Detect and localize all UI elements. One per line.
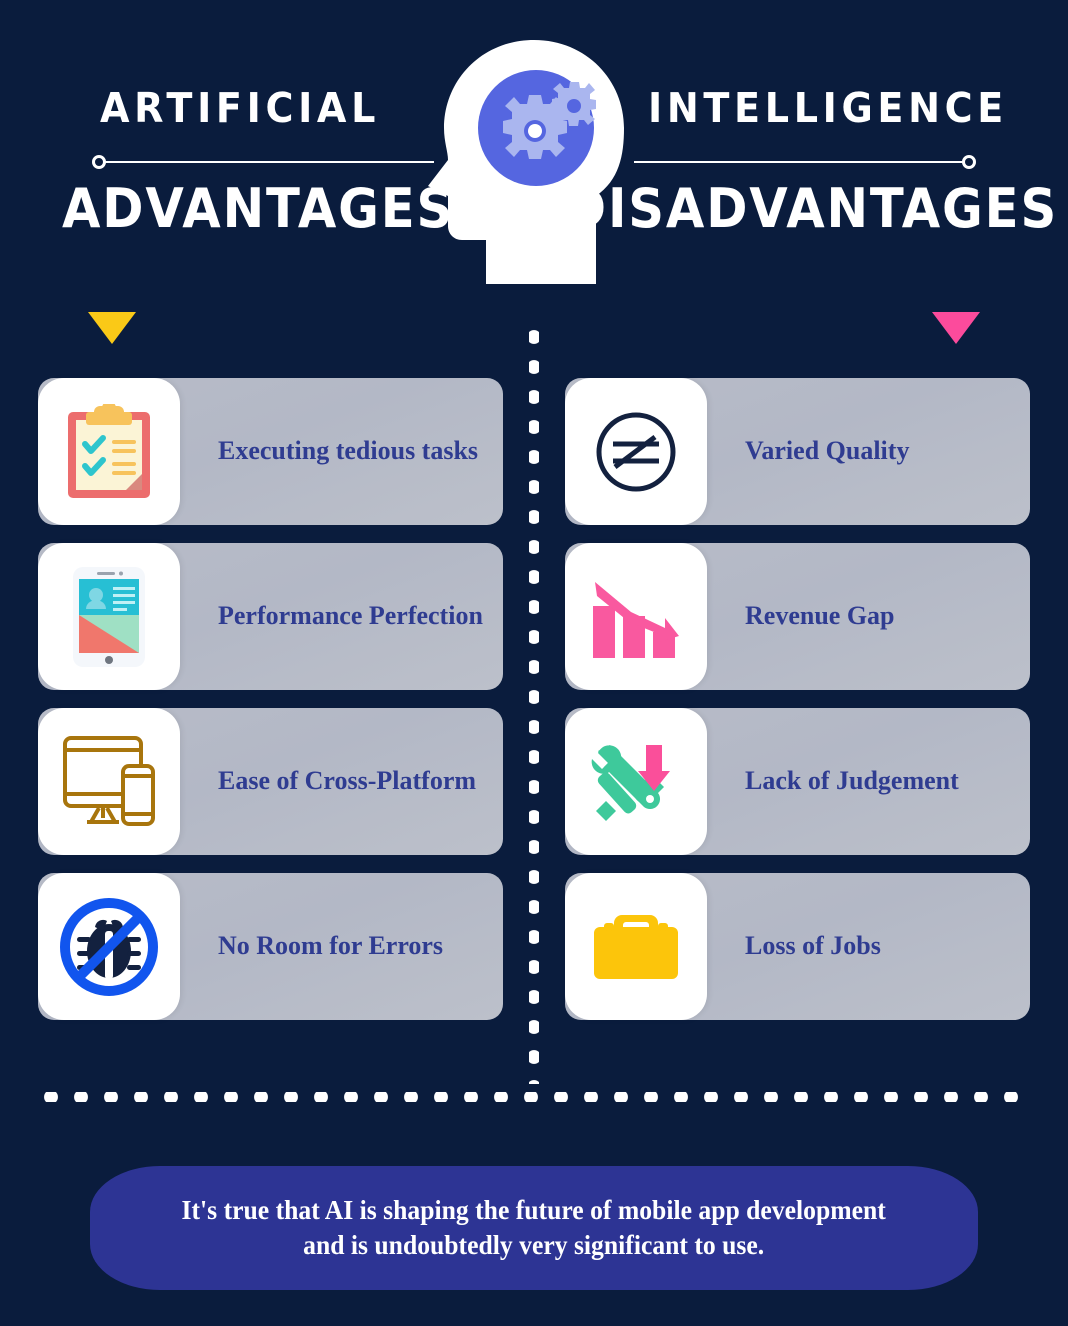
header-rule-left bbox=[104, 161, 434, 163]
disadvantages-column: Varied Quality Revenue Gap Lack of Judge… bbox=[565, 378, 1030, 1020]
list-item-label: Lack of Judgement bbox=[745, 766, 959, 796]
kicker-intelligence: INTELLIGENCE bbox=[647, 84, 1009, 132]
rule-endpoint-right-icon bbox=[962, 155, 976, 169]
clipboard-checklist-icon bbox=[38, 378, 180, 525]
no-bug-icon bbox=[38, 873, 180, 1020]
page-title-advantages: ADVANTAGES bbox=[62, 177, 455, 240]
list-item-label: Varied Quality bbox=[745, 436, 910, 466]
list-item[interactable]: Ease of Cross-Platform bbox=[38, 708, 503, 855]
content-columns: Executing tedious tasks Performance Perf… bbox=[0, 378, 1068, 1020]
monitor-and-phone-icon bbox=[38, 708, 180, 855]
advantages-column: Executing tedious tasks Performance Perf… bbox=[38, 378, 503, 1020]
footer-banner-text: It's true that AI is shaping the future … bbox=[159, 1193, 909, 1262]
list-item[interactable]: No Room for Errors bbox=[38, 873, 503, 1020]
list-item-label: Revenue Gap bbox=[745, 601, 895, 631]
list-item-label: Performance Perfection bbox=[218, 601, 483, 631]
head-with-gears-icon bbox=[424, 36, 644, 288]
briefcase-icon bbox=[565, 873, 707, 1020]
horizontal-dotted-divider bbox=[36, 1092, 1032, 1102]
list-item[interactable]: Varied Quality bbox=[565, 378, 1030, 525]
tools-down-arrow-icon bbox=[565, 708, 707, 855]
list-item[interactable]: Performance Perfection bbox=[38, 543, 503, 690]
smartphone-profile-icon bbox=[38, 543, 180, 690]
advantages-triangle-down-icon bbox=[88, 312, 136, 344]
declining-bar-chart-icon bbox=[565, 543, 707, 690]
header: ARTIFICIAL INTELLIGENCE ADVANTAGES DISAD… bbox=[0, 0, 1068, 300]
list-item-label: Ease of Cross-Platform bbox=[218, 766, 477, 796]
list-item[interactable]: Executing tedious tasks bbox=[38, 378, 503, 525]
disadvantages-triangle-down-icon bbox=[932, 312, 980, 344]
header-rule-right bbox=[634, 161, 964, 163]
list-item-label: No Room for Errors bbox=[218, 931, 444, 961]
footer-banner-line2: and is undoubtedly very significant to u… bbox=[303, 1230, 765, 1260]
kicker-artificial: ARTIFICIAL bbox=[99, 84, 381, 132]
list-item[interactable]: Lack of Judgement bbox=[565, 708, 1030, 855]
list-item-label: Loss of Jobs bbox=[745, 931, 881, 961]
footer-banner: It's true that AI is shaping the future … bbox=[90, 1166, 978, 1290]
footer-banner-line1: It's true that AI is shaping the future … bbox=[181, 1195, 887, 1226]
list-item-label: Executing tedious tasks bbox=[218, 436, 479, 466]
list-item[interactable]: Revenue Gap bbox=[565, 543, 1030, 690]
list-item[interactable]: Loss of Jobs bbox=[565, 873, 1030, 1020]
not-equal-circle-icon bbox=[565, 378, 707, 525]
